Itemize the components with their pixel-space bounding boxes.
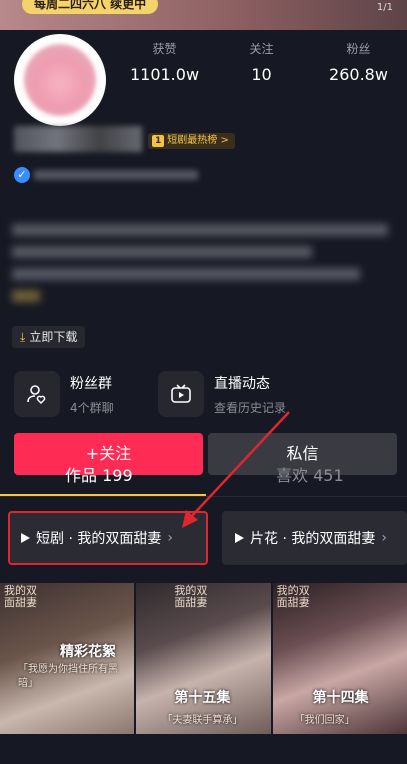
- collection-chip-clips[interactable]: 片花 · 我的双面甜妻 ›: [222, 511, 407, 565]
- thumbnail-show-title: 我的双面甜妻: [276, 584, 310, 609]
- feature-title: 直播动态: [214, 375, 270, 392]
- rank-number: 1: [152, 135, 165, 147]
- avatar-blurred-image: [24, 44, 96, 116]
- download-label: 立即下载: [29, 330, 78, 344]
- username-blurred: [14, 126, 142, 152]
- thumbnail-show-title: 我的双面甜妻: [174, 584, 208, 609]
- stat-label: 关注: [249, 42, 274, 56]
- feature-subtitle: 查看历史记录: [214, 400, 287, 415]
- thumbnail-caption: 第十五集: [174, 690, 231, 706]
- stat-followers[interactable]: 粉丝 260.8w: [310, 36, 407, 90]
- chip-label: 短剧 · 我的双面甜妻: [36, 531, 162, 547]
- fan-group-icon: [14, 371, 60, 417]
- banner-schedule-pill: 每周二四六八 续更中: [22, 0, 159, 14]
- tab-works[interactable]: 作品 199: [65, 462, 133, 486]
- rank-label: 短剧最热榜 >: [167, 135, 229, 146]
- download-button[interactable]: ⤓ 立即下载: [12, 326, 86, 348]
- live-tv-icon: [158, 371, 204, 417]
- stat-label: 获赞: [152, 42, 177, 56]
- feature-title: 粉丝群: [70, 375, 112, 392]
- stat-value: 10: [251, 65, 272, 84]
- play-icon: [21, 533, 30, 543]
- stat-likes[interactable]: 获赞 1101.0w: [116, 36, 213, 90]
- thumbnail-caption: 精彩花絮: [60, 644, 116, 660]
- chip-label: 片花 · 我的双面甜妻: [250, 531, 376, 547]
- thumbnail-subtitle: 「我愿为你挡住所有黑暗」: [18, 664, 118, 689]
- stat-following[interactable]: 关注 10: [213, 36, 310, 90]
- top-banner[interactable]: 每周二四六八 续更中 1/1: [0, 0, 407, 30]
- thumbnail-show-title: 我的双面甜妻: [4, 584, 37, 609]
- collection-chip-drama[interactable]: 短剧 · 我的双面甜妻 ›: [8, 511, 208, 565]
- thumbnail-subtitle: 「我们回家」: [294, 715, 355, 726]
- tab-divider: [0, 496, 407, 497]
- play-icon: [235, 533, 244, 543]
- feature-subtitle: 4个群聊: [70, 400, 114, 415]
- tab-likes[interactable]: 喜欢 451: [276, 462, 344, 486]
- ranking-badge[interactable]: 1 短剧最热榜 >: [148, 133, 235, 149]
- video-grid: 我的双面甜妻 精彩花絮 「我愿为你挡住所有黑暗」 我的双面甜妻 第十五集 「夫妻…: [0, 583, 407, 734]
- bio-blurred: [12, 224, 392, 306]
- thumbnail-subtitle: 「夫妻联手算承」: [162, 715, 243, 726]
- chevron-right-icon: ›: [167, 530, 173, 546]
- video-thumbnail[interactable]: 我的双面甜妻 第十四集 「我们回家」: [272, 583, 407, 734]
- verification-text-blurred: [34, 170, 198, 180]
- stat-value: 260.8w: [329, 65, 388, 84]
- video-thumbnail[interactable]: 我的双面甜妻 第十五集 「夫妻联手算承」: [136, 583, 271, 734]
- fan-group-entry[interactable]: 粉丝群 4个群聊: [14, 370, 114, 418]
- download-icon: ⤓: [20, 330, 26, 344]
- live-history-entry[interactable]: 直播动态 查看历史记录: [158, 370, 286, 418]
- profile-stats: 获赞 1101.0w 关注 10 粉丝 260.8w: [116, 36, 407, 90]
- thumbnail-caption: 第十四集: [312, 690, 369, 706]
- banner-page-indicator: 1/1: [376, 2, 393, 13]
- avatar[interactable]: [14, 34, 106, 126]
- verified-icon: ✓: [14, 167, 30, 183]
- video-thumbnail[interactable]: 我的双面甜妻 精彩花絮 「我愿为你挡住所有黑暗」: [0, 583, 135, 734]
- stat-value: 1101.0w: [129, 65, 200, 84]
- stat-label: 粉丝: [346, 42, 371, 56]
- chevron-right-icon: ›: [381, 530, 387, 546]
